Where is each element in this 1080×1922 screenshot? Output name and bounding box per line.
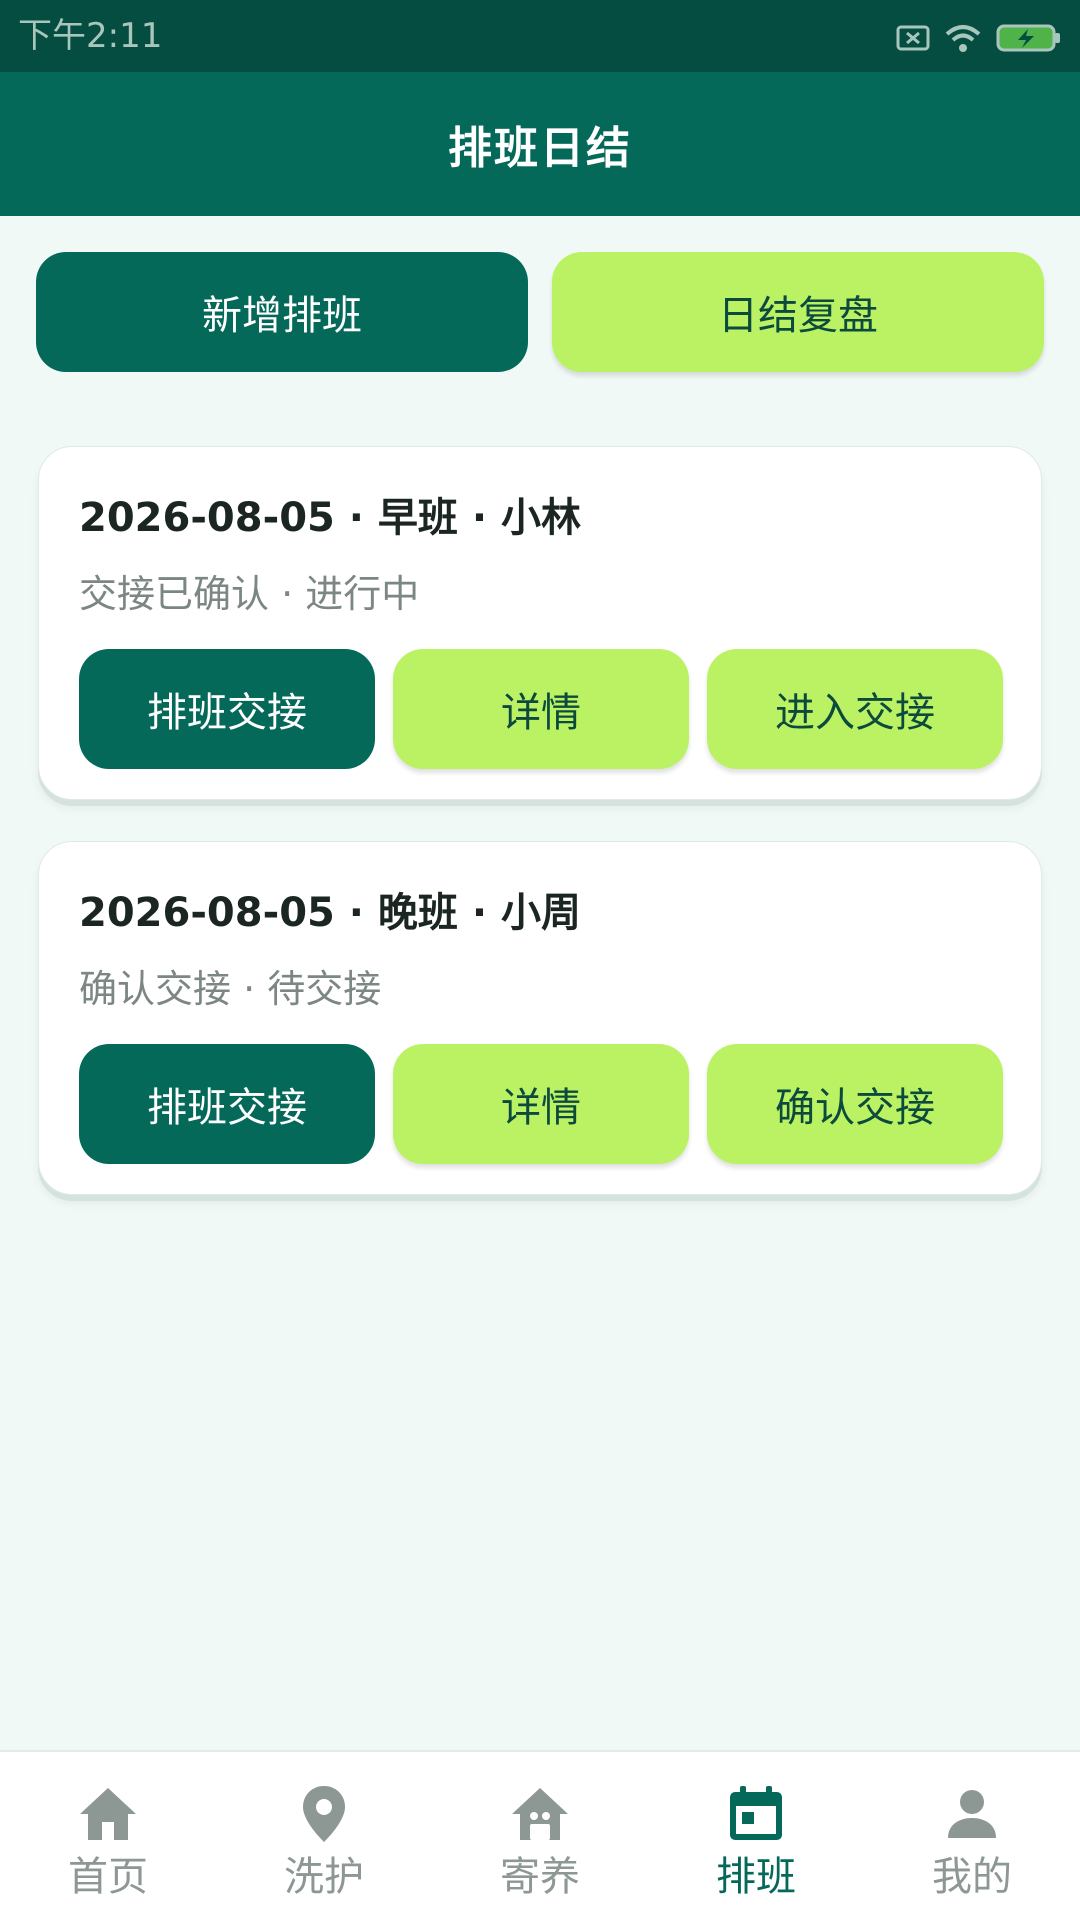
shift-card-status: 确认交接 · 待交接 [79, 967, 382, 1011]
nav-item-boarding[interactable]: 寄养 [432, 1752, 648, 1922]
battery-charging-icon [996, 24, 1060, 52]
shift-card-title: 2026-08-05 · 晚班 · 小周 [79, 890, 581, 936]
wifi-icon [945, 25, 981, 52]
add-shift-button[interactable]: 新增排班 [36, 252, 528, 372]
status-icons [896, 18, 1062, 58]
nav-item-profile[interactable]: 我的 [864, 1752, 1080, 1922]
nav-item-schedule[interactable]: 排班 [648, 1752, 864, 1922]
shift-card-title: 2026-08-05 · 早班 · 小林 [79, 495, 581, 541]
daily-review-button[interactable]: 日结复盘 [552, 252, 1044, 372]
nav-label-grooming: 洗护 [284, 1854, 364, 1900]
nav-label-profile: 我的 [932, 1854, 1012, 1900]
home-icon [80, 1788, 136, 1840]
status-time: 下午2:11 [18, 16, 163, 56]
app-bar: 排班日结 [0, 72, 1080, 216]
nav-label-schedule: 排班 [716, 1854, 796, 1900]
nav-item-home[interactable]: 首页 [0, 1752, 216, 1922]
nav-item-grooming[interactable]: 洗护 [216, 1752, 432, 1922]
shift-card-status: 交接已确认 · 进行中 [79, 572, 420, 616]
enter-handover-button[interactable]: 进入交接 [707, 649, 1003, 769]
calendar-icon [730, 1786, 782, 1840]
page-title: 排班日结 [448, 123, 632, 174]
status-bar: 下午2:11 [0, 0, 1080, 72]
top-actions: 新增排班 日结复盘 [36, 252, 1044, 372]
details-button[interactable]: 详情 [393, 649, 689, 769]
nav-label-boarding: 寄养 [500, 1854, 580, 1900]
shift-handover-button[interactable]: 排班交接 [79, 649, 375, 769]
location-pin-icon [303, 1786, 345, 1842]
confirm-handover-button[interactable]: 确认交接 [707, 1044, 1003, 1164]
sim-card-icon [896, 25, 930, 51]
shift-handover-button[interactable]: 排班交接 [79, 1044, 375, 1164]
person-icon [948, 1790, 996, 1838]
nav-label-home: 首页 [68, 1854, 148, 1900]
shift-card: 2026-08-05 · 晚班 · 小周 确认交接 · 待交接 排班交接 详情 … [38, 841, 1042, 1195]
details-button[interactable]: 详情 [393, 1044, 689, 1164]
shift-card: 2026-08-05 · 早班 · 小林 交接已确认 · 进行中 排班交接 详情… [38, 446, 1042, 800]
boarding-house-icon [512, 1788, 568, 1840]
bottom-nav: 首页 洗护 寄养 排班 我的 [0, 1750, 1080, 1922]
